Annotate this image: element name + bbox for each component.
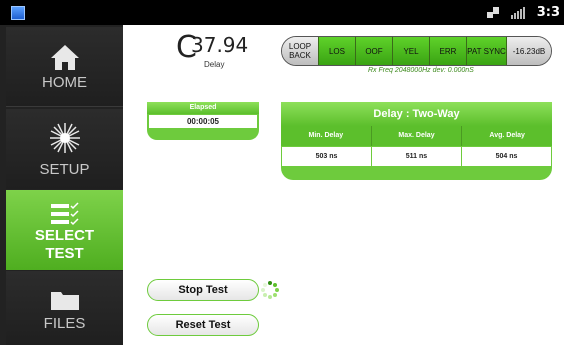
checklist-icon xyxy=(50,202,79,226)
sidebar-item-label: SETUP xyxy=(39,161,90,178)
alarm-yel[interactable]: YEL xyxy=(393,37,430,65)
delay-table-title: Delay : Two-Way xyxy=(281,102,552,126)
sidebar-item-home[interactable]: HOME xyxy=(6,27,123,107)
delay-results-card: Delay : Two-Way Min. Delay Max. Delay Av… xyxy=(281,102,553,180)
sidebar: HOME SETUP SELECT TEST FILES xyxy=(0,25,123,345)
sidebar-item-label: HOME xyxy=(42,74,87,91)
status-bar: 3:3 xyxy=(0,0,564,25)
folder-icon xyxy=(50,292,79,310)
sidebar-item-label: SELECT xyxy=(34,227,95,244)
column-header: Avg. Delay xyxy=(462,126,553,146)
alarm-pat-sync[interactable]: PAT SYNC xyxy=(467,37,507,65)
delay-subtitle: Delay xyxy=(204,60,225,69)
alarm-bar: LOOP BACK LOS OOF YEL ERR PAT SYNC -16.2… xyxy=(281,36,552,66)
clock: 3:3 xyxy=(536,5,560,20)
elapsed-card: Elapsed 00:00:05 xyxy=(147,102,259,140)
sidebar-item-label: FILES xyxy=(43,315,86,332)
sidebar-item-setup[interactable]: SETUP xyxy=(6,109,123,189)
alarm-loop-back[interactable]: LOOP BACK xyxy=(282,37,319,65)
sidebar-item-select-test[interactable]: SELECT TEST xyxy=(6,190,123,270)
burst-icon xyxy=(49,123,80,153)
alarm-los[interactable]: LOS xyxy=(319,37,356,65)
stop-test-button[interactable]: Stop Test xyxy=(147,279,259,301)
column-header: Min. Delay xyxy=(281,126,372,146)
rx-level[interactable]: -16.23dB xyxy=(507,37,551,65)
delay-value: 37.94 xyxy=(191,33,249,57)
max-delay-value: 511 ns xyxy=(372,147,461,166)
home-icon xyxy=(50,45,79,70)
network-icon xyxy=(486,7,499,18)
column-header: Max. Delay xyxy=(371,126,463,146)
rx-frequency-note: Rx Freq 2048000Hz dev: 0.000nS xyxy=(368,67,474,74)
elapsed-title: Elapsed xyxy=(147,102,259,114)
loading-spinner-icon xyxy=(261,281,279,299)
signal-icon xyxy=(510,6,525,19)
elapsed-value: 00:00:05 xyxy=(149,115,257,128)
sidebar-item-label: TEST xyxy=(45,245,84,262)
alarm-oof[interactable]: OOF xyxy=(356,37,393,65)
sidebar-item-files[interactable]: FILES xyxy=(6,271,123,345)
alarm-err[interactable]: ERR xyxy=(430,37,467,65)
avg-delay-value: 504 ns xyxy=(462,147,551,166)
min-delay-value: 503 ns xyxy=(282,147,371,166)
reset-test-button[interactable]: Reset Test xyxy=(147,314,259,336)
app-icon xyxy=(11,6,25,20)
